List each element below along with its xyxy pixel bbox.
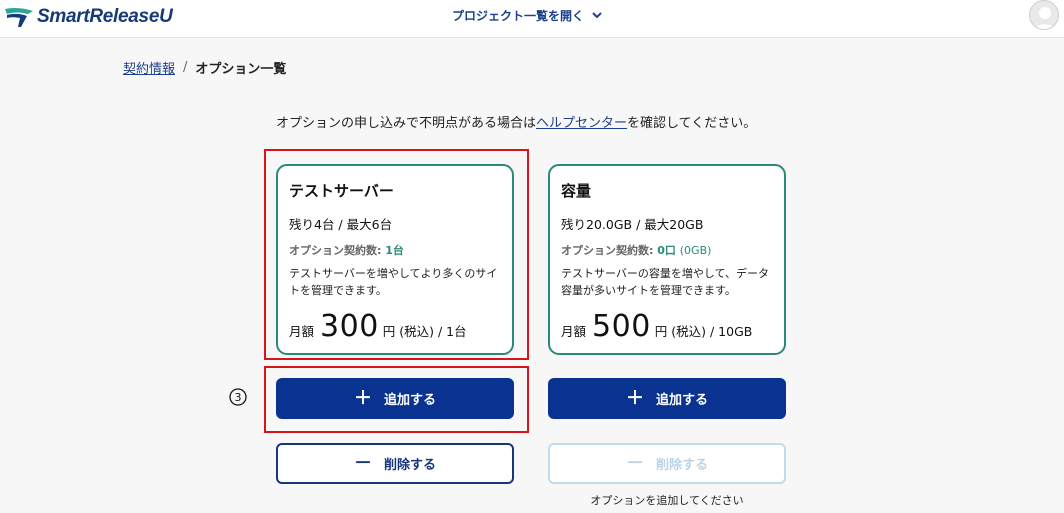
notice-text-after: を確認してください。 <box>627 116 757 131</box>
step-number-text: 3 <box>235 391 242 404</box>
delete-test-server-button[interactable]: － 削除する <box>276 443 514 484</box>
contract-count-value: 0口 <box>657 244 676 257</box>
highlight-box-add-button <box>264 366 529 433</box>
option-remaining: 残り20.0GB / 最大20GB <box>561 217 704 232</box>
chevron-down-icon <box>590 8 604 22</box>
project-list-menu[interactable]: プロジェクト一覧を開く <box>452 0 604 30</box>
price-amount: 500 <box>592 309 651 344</box>
price-suffix: 円 (税込) / 10GB <box>654 324 753 339</box>
help-notice: オプションの申し込みで不明点がある場合はヘルプセンターを確認してください。 <box>276 112 757 131</box>
help-center-link[interactable]: ヘルプセンター <box>536 116 627 131</box>
top-bar: SmartReleaseU プロジェクト一覧を開く <box>0 0 1064 38</box>
contract-count-sub: (0GB) <box>679 244 712 257</box>
project-menu-label: プロジェクト一覧を開く <box>452 8 585 23</box>
add-option-hint: オプションを追加してください <box>590 494 744 507</box>
highlight-box-option-card <box>264 149 529 360</box>
delete-capacity-button: － 削除する <box>548 443 786 484</box>
logo-mark-icon <box>5 7 33 27</box>
breadcrumb-current: オプション一覧 <box>195 61 287 77</box>
delete-button-label: 削除する <box>655 458 708 473</box>
option-price: 月額 500 円 (税込) / 10GB <box>561 309 752 344</box>
notice-text-before: オプションの申し込みで不明点がある場合は <box>276 116 537 131</box>
breadcrumb-contract-info-link[interactable]: 契約情報 <box>123 58 175 77</box>
plus-icon: ＋ <box>625 387 644 409</box>
option-card-capacity: 容量 残り20.0GB / 最大20GB オプション契約数: 0口 (0GB) … <box>548 164 786 355</box>
delete-button-label: 削除する <box>383 458 436 473</box>
breadcrumb: 契約情報 / オプション一覧 <box>123 58 287 77</box>
user-avatar-icon[interactable] <box>1029 0 1059 30</box>
price-label: 月額 <box>561 324 587 339</box>
step-number-marker: 3 <box>229 388 247 406</box>
option-contract-count: オプション契約数: 0口 (0GB) <box>561 242 773 258</box>
minus-icon: － <box>353 452 372 474</box>
minus-icon: － <box>625 452 644 474</box>
add-button-label: 追加する <box>655 393 708 408</box>
logo-text: SmartReleaseU <box>37 6 173 27</box>
app-logo[interactable]: SmartReleaseU <box>4 2 173 32</box>
add-capacity-button[interactable]: ＋ 追加する <box>548 378 786 419</box>
option-description: テストサーバーの容量を増やして、データ容量が多いサイトを管理できます。 <box>561 267 770 297</box>
breadcrumb-separator: / <box>183 59 188 75</box>
contract-count-label: オプション契約数: <box>561 244 654 257</box>
option-title: 容量 <box>561 182 592 200</box>
